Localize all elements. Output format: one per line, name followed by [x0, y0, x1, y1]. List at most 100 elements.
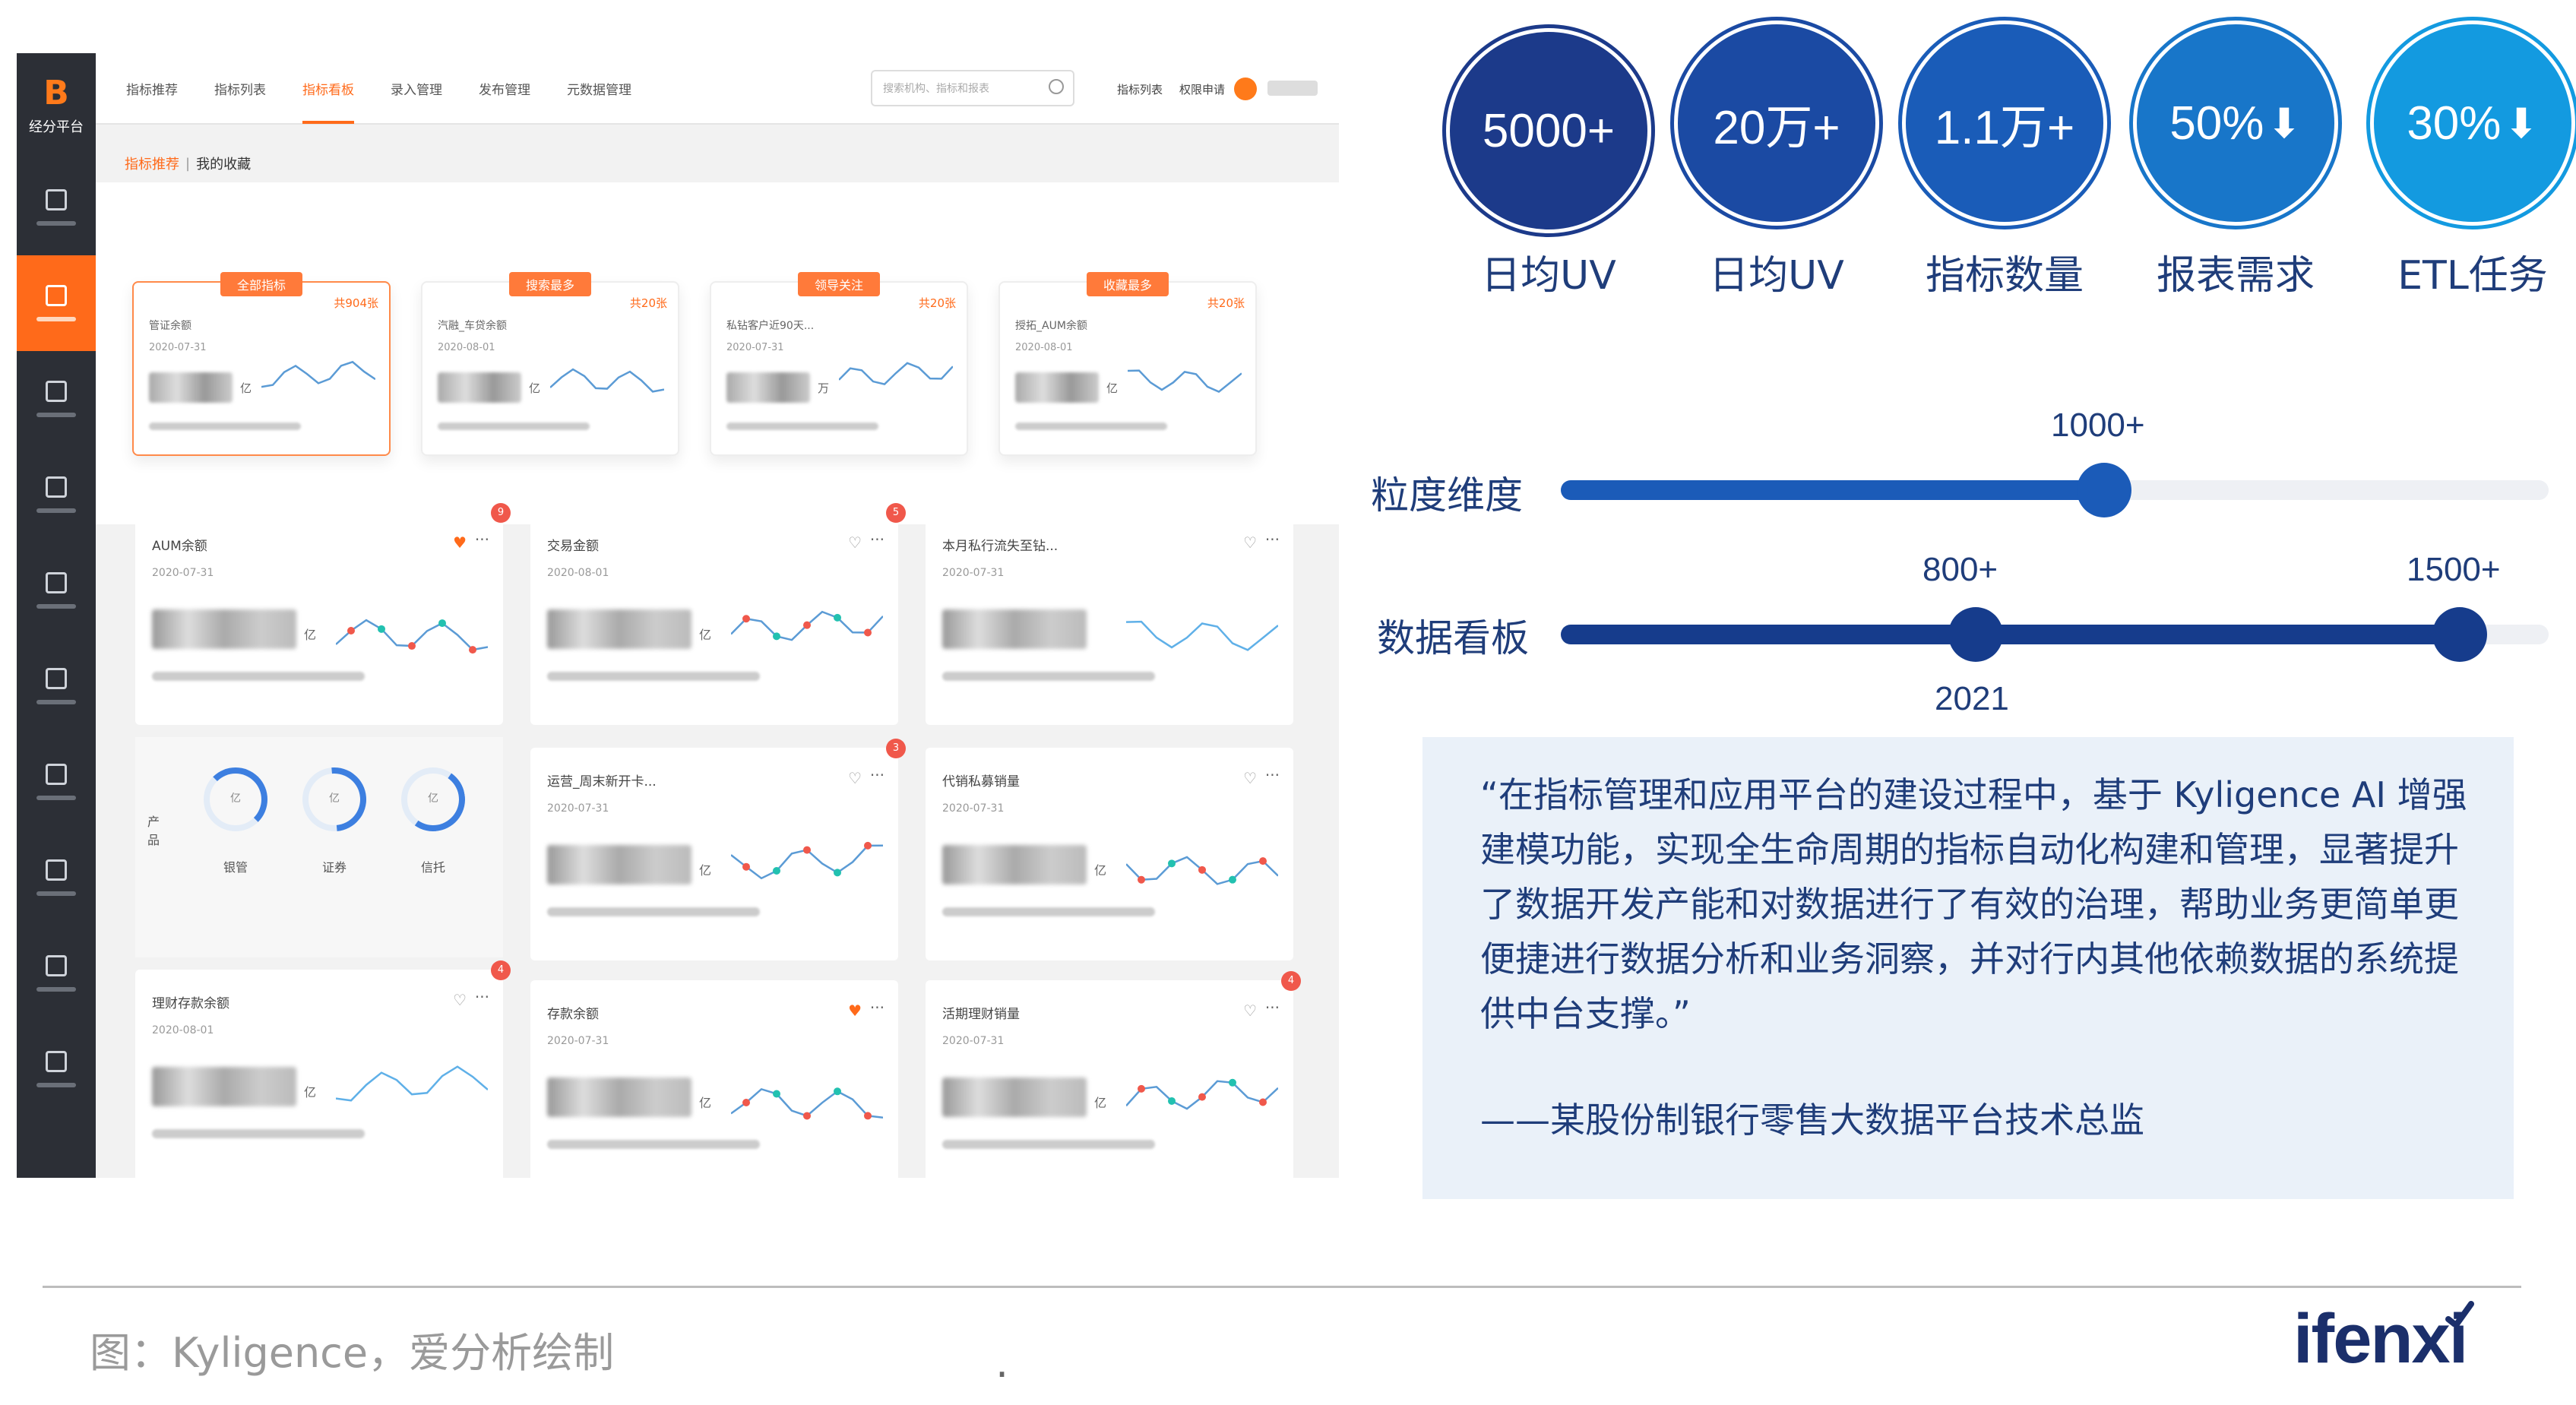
quote-signature: ——某股份制银行零售大数据平台技术总监 [1480, 1100, 2144, 1141]
metric-card-footer-blurred [152, 672, 365, 681]
gauge-ring: 亿 [289, 754, 380, 845]
slider-knob[interactable] [2432, 607, 2487, 662]
metric-card[interactable]: 运营_周末新开卡... 2020-07-31 亿 ♡ ··· 3 [530, 739, 906, 960]
heart-icon[interactable]: ♡ [1243, 533, 1257, 552]
metric-card[interactable]: 活期理财销量 2020-07-31 亿 ♡ ··· 4 [926, 971, 1301, 1178]
more-icon[interactable]: ··· [870, 998, 885, 1017]
metric-card-value-blurred [942, 845, 1087, 884]
tab-3[interactable]: 录入管理 [391, 53, 442, 124]
product-gauge-panel: 产品 亿银管 亿证券 亿信托 [135, 737, 503, 957]
sparkline-point [408, 642, 416, 650]
sidebar-item-9[interactable] [17, 926, 96, 1021]
heart-icon[interactable]: ♡ [848, 769, 862, 787]
sparkline-point [378, 625, 385, 633]
breadcrumb-current[interactable]: 指标推荐 [125, 153, 179, 173]
sparkline-point [469, 646, 476, 654]
quote-box: “在指标管理和应用平台的建设过程中，基于 Kyligence AI 增强建模功能… [1422, 737, 2514, 1199]
sparkline-point [834, 613, 841, 622]
sidebar-item-10[interactable] [17, 1021, 96, 1117]
hot-card-date: 2020-08-01 [438, 342, 495, 353]
tab-0[interactable]: 指标推荐 [126, 53, 178, 124]
metric-card-date: 2020-07-31 [942, 802, 1005, 815]
gauge-label: 证券 [321, 860, 347, 875]
hot-card-unit: 亿 [1106, 381, 1119, 395]
hot-card-footer-blurred [149, 422, 301, 430]
heart-icon[interactable]: ♡ [1243, 1002, 1257, 1020]
tab-1[interactable]: 指标列表 [214, 53, 266, 124]
slider-knob[interactable] [1948, 607, 2003, 662]
heart-icon[interactable]: ♡ [453, 991, 467, 1009]
sidebar-item-7[interactable] [17, 734, 96, 830]
search-icon[interactable] [1049, 79, 1064, 94]
slider-tick-label: 1000+ [2051, 407, 2145, 444]
metric-card-name: 运营_周末新开卡... [547, 774, 657, 790]
sidebar-item-4[interactable] [17, 447, 96, 543]
slider-knob[interactable] [2077, 463, 2131, 517]
metric-card-date: 2020-07-31 [152, 567, 214, 579]
more-icon[interactable]: ··· [475, 988, 489, 1006]
permission-link[interactable]: 权限申请 [1179, 81, 1225, 97]
more-icon[interactable]: ··· [870, 530, 885, 549]
tab-5[interactable]: 元数据管理 [567, 53, 631, 124]
table-icon [46, 1051, 67, 1072]
sparkline-point [773, 632, 780, 641]
logo-name: 经分平台 [29, 119, 84, 135]
trend-icon [46, 476, 67, 498]
sidebar-item-6[interactable] [17, 638, 96, 734]
slider-tick-label: 800+ [1923, 551, 1998, 588]
hot-card[interactable]: 领导关注 共20张 私钻客户近90天... 2020-07-31 万 [710, 272, 968, 456]
heart-icon[interactable]: ♡ [1243, 769, 1257, 787]
stat-label: 报表需求 [2156, 253, 2315, 299]
hot-card-unit: 万 [818, 381, 830, 395]
metric-card[interactable]: 存款余额 2020-07-31 亿 ♥ ··· [530, 980, 898, 1178]
metric-card[interactable]: 代销私募销量 2020-07-31 亿 ♡ ··· [926, 748, 1293, 960]
sidebar-item-8[interactable] [17, 830, 96, 926]
hot-card-tag: 领导关注 [797, 272, 881, 296]
footer-divider [43, 1286, 2521, 1288]
metric-card-footer-blurred [942, 672, 1155, 681]
gauge-ring: 亿 [204, 767, 267, 831]
heart-icon[interactable]: ♥ [848, 1002, 862, 1020]
indicator-list-link[interactable]: 指标列表 [1117, 81, 1163, 97]
tab-2[interactable]: 指标看板 [302, 53, 354, 124]
gauge-label: 银管 [223, 860, 248, 875]
app-sidebar: B 经分平台 [17, 53, 96, 1178]
more-icon[interactable]: ··· [870, 766, 885, 784]
sparkline-point [803, 1112, 811, 1120]
logo-mark: B [43, 74, 69, 112]
more-icon[interactable]: ··· [1265, 998, 1280, 1017]
hot-card-date: 2020-08-01 [1015, 342, 1073, 353]
stat-label: 日均UV [1481, 253, 1616, 299]
hot-card[interactable]: 全部指标 共904张 管证余额 2020-07-31 亿 [132, 272, 391, 456]
sidebar-item-5[interactable] [17, 543, 96, 638]
tab-4[interactable]: 发布管理 [479, 53, 530, 124]
more-icon[interactable]: ··· [1265, 530, 1280, 549]
metric-card[interactable]: 交易金额 2020-08-01 亿 ♡ ··· 5 [530, 503, 906, 725]
search-input[interactable]: 搜索机构、指标和报表 [871, 70, 1074, 106]
breadcrumb-favorites[interactable]: 我的收藏 [196, 153, 251, 173]
heart-icon[interactable]: ♡ [848, 533, 862, 552]
hot-card[interactable]: 收藏最多 共20张 授拓_AUM余额 2020-08-01 亿 [998, 272, 1257, 456]
metric-card[interactable]: 本月私行流失至钻... 2020-07-31 ♡ ··· [926, 512, 1293, 725]
sidebar-item-3[interactable] [17, 351, 96, 447]
heart-icon[interactable]: ♥ [453, 533, 467, 552]
sidebar-item-2[interactable] [17, 255, 96, 351]
arrow-down-icon: ⬇ [2504, 100, 2539, 147]
user-name[interactable] [1267, 81, 1318, 96]
hot-card-name: 汽融_车贷余额 [438, 320, 507, 332]
metric-card[interactable]: 理财存款余额 2020-08-01 亿 ♡ ··· 4 [135, 960, 511, 1178]
avatar[interactable] [1234, 78, 1257, 100]
stat-value: 30% [2407, 97, 2502, 150]
sidebar-item-1[interactable] [17, 160, 96, 255]
metric-card-footer-blurred [547, 672, 760, 681]
app-screenshot: B 经分平台 指标推荐 指标列表 指标看板 录入管理 发布管理 元数据管理 搜索… [17, 53, 1339, 1178]
sparkline-point [1168, 859, 1176, 868]
sparkline-point [864, 841, 872, 850]
more-icon[interactable]: ··· [475, 530, 489, 549]
app-logo[interactable]: B 经分平台 [17, 53, 96, 160]
more-icon[interactable]: ··· [1265, 766, 1280, 784]
metric-card[interactable]: AUM余额 2020-07-31 亿 ♥ ··· 9 [135, 503, 511, 725]
metric-card-value-blurred [942, 1077, 1087, 1117]
hot-card[interactable]: 搜索最多 共20张 汽融_车贷余额 2020-08-01 亿 [421, 272, 679, 456]
sparkline-point [742, 862, 750, 871]
